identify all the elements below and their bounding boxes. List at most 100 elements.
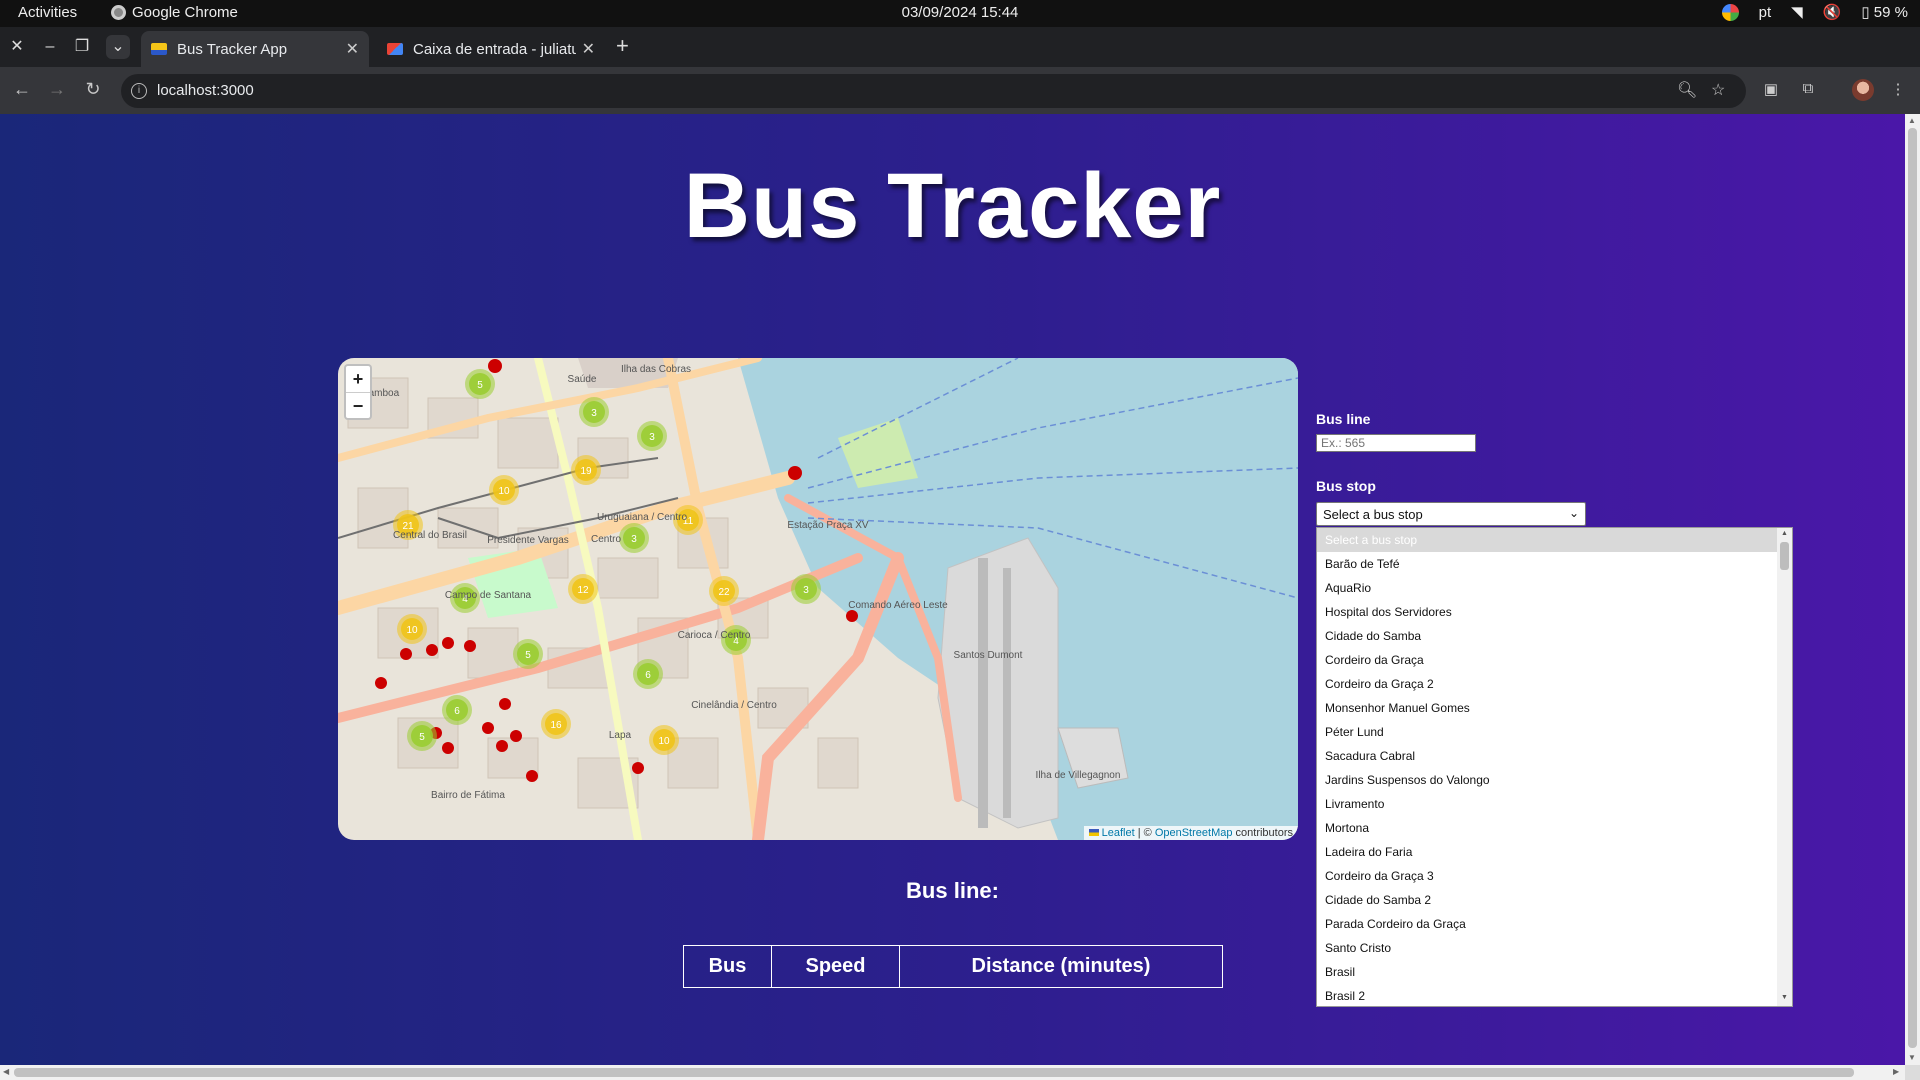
scroll-left-icon[interactable]: ◀ xyxy=(3,1067,9,1076)
bus-stop-option[interactable]: Cidade do Samba xyxy=(1317,624,1778,648)
marker-cluster[interactable]: 3 xyxy=(637,421,667,451)
bus-stop-option[interactable]: Monsenhor Manuel Gomes xyxy=(1317,696,1778,720)
ukraine-flag-icon xyxy=(1088,829,1099,836)
marker-cluster[interactable]: 12 xyxy=(568,574,598,604)
marker-cluster[interactable]: 3 xyxy=(791,574,821,604)
marker-cluster[interactable]: 10 xyxy=(397,614,427,644)
close-tab-icon[interactable]: ✕ xyxy=(582,39,595,59)
bus-stop-option[interactable]: Péter Lund xyxy=(1317,720,1778,744)
scroll-up-icon[interactable]: ▲ xyxy=(1908,116,1916,125)
bus-stop-option[interactable]: Jardins Suspensos do Valongo xyxy=(1317,768,1778,792)
bus-stop-option[interactable]: Hospital dos Servidores xyxy=(1317,600,1778,624)
place-label: Carioca / Centro xyxy=(678,630,751,641)
cast-icon[interactable]: ▣ xyxy=(1762,80,1780,98)
runway xyxy=(978,558,988,828)
zoom-in-button[interactable]: + xyxy=(346,366,370,392)
horizontal-scroll-thumb[interactable] xyxy=(14,1068,1854,1077)
marker-cluster[interactable]: 6 xyxy=(633,659,663,689)
bus-stop-option[interactable]: Santo Cristo xyxy=(1317,936,1778,960)
cluster-count: 6 xyxy=(454,706,460,717)
bus-stop-option[interactable]: Brasil 2 xyxy=(1317,984,1778,1006)
bus-stop-dropdown-list[interactable]: Select a bus stop Barão de Tefé AquaRio Hos… xyxy=(1316,527,1793,1007)
bus-stop-option[interactable]: Barão de Tefé xyxy=(1317,552,1778,576)
reload-icon[interactable]: ↻ xyxy=(81,79,105,100)
restore-window-icon[interactable]: ❐ xyxy=(70,35,94,59)
marker-cluster[interactable]: 16 xyxy=(541,709,571,739)
tab-title: Bus Tracker App xyxy=(177,40,288,58)
tab-bus-tracker[interactable]: Bus Tracker App ✕ xyxy=(141,31,369,67)
marker-cluster[interactable]: 19 xyxy=(571,455,601,485)
leaflet-map[interactable]: 5 3 3 19 10 11 21 3 12 22 3 4 10 4 5 6 6 16 5 10 Saúde Gambo… xyxy=(338,358,1298,840)
marker-cluster[interactable]: 5 xyxy=(513,639,543,669)
chevron-down-icon: ⌄ xyxy=(1568,506,1579,520)
cluster-count: 19 xyxy=(580,466,592,477)
system-tray[interactable]: pt ◥ 🔇 ▯ 59 % xyxy=(1721,3,1908,21)
bus-stop-option[interactable]: Mortona xyxy=(1317,816,1778,840)
close-window-icon[interactable]: ✕ xyxy=(5,35,29,59)
page-vertical-scrollbar[interactable]: ▲ ▼ xyxy=(1905,114,1920,1065)
dropdown-scrollbar[interactable]: ▲ ▼ xyxy=(1777,528,1792,1006)
bus-stop-label: Bus stop xyxy=(1316,478,1376,494)
bus-stop-option[interactable]: Select a bus stop xyxy=(1317,528,1778,552)
clock[interactable]: 03/09/2024 15:44 xyxy=(0,4,1920,21)
page-viewport: Bus Tracker 5 3 3 19 10 11 21 3 12 22 3 … xyxy=(0,114,1905,1065)
place-label: Presidente Vargas xyxy=(487,535,569,546)
map-attribution: Leaflet | © OpenStreetMap contributors xyxy=(1083,826,1298,840)
bus-stop-option[interactable]: AquaRio xyxy=(1317,576,1778,600)
vertical-scroll-thumb[interactable] xyxy=(1908,128,1917,1048)
profile-avatar[interactable] xyxy=(1852,79,1874,101)
url-text[interactable]: localhost:3000 xyxy=(157,82,254,99)
marker-cluster[interactable]: 10 xyxy=(649,725,679,755)
marker-cluster[interactable]: 5 xyxy=(465,369,495,399)
cluster-count: 12 xyxy=(577,585,589,596)
bus-stop-option[interactable]: Brasil xyxy=(1317,960,1778,984)
bus-stop-option[interactable]: Sacadura Cabral xyxy=(1317,744,1778,768)
bus-stop-select[interactable]: Select a bus stop ⌄ xyxy=(1316,502,1586,526)
close-tab-icon[interactable]: ✕ xyxy=(346,39,359,59)
place-label: Ilha de Villegagnon xyxy=(1036,770,1121,781)
minimize-window-icon[interactable]: – xyxy=(38,35,62,59)
page-horizontal-scrollbar[interactable]: ◀ ▶ xyxy=(0,1065,1905,1080)
bus-favicon-icon xyxy=(151,43,167,55)
volume-icon: 🔇 xyxy=(1822,4,1842,21)
scroll-down-icon[interactable]: ▼ xyxy=(1908,1053,1916,1062)
scroll-down-icon[interactable]: ▼ xyxy=(1781,994,1788,1001)
marker-cluster[interactable]: 6 xyxy=(442,695,472,725)
marker-cluster[interactable]: 5 xyxy=(407,721,437,751)
bus-stop-option[interactable]: Parada Cordeiro da Graça xyxy=(1317,912,1778,936)
bus-stop-option[interactable]: Ladeira do Faria xyxy=(1317,840,1778,864)
new-tab-icon[interactable]: + xyxy=(616,35,629,57)
scroll-up-icon[interactable]: ▲ xyxy=(1781,530,1788,537)
results-title: Bus line: xyxy=(906,878,999,903)
menu-kebab-icon[interactable]: ⋮ xyxy=(1889,80,1907,98)
bus-stop-option[interactable]: Cordeiro da Graça 2 xyxy=(1317,672,1778,696)
back-icon[interactable]: ← xyxy=(10,79,34,100)
osm-link[interactable]: OpenStreetMap xyxy=(1155,827,1233,839)
scroll-right-icon[interactable]: ▶ xyxy=(1893,1067,1899,1076)
marker-cluster[interactable]: 3 xyxy=(579,397,609,427)
zoom-control[interactable]: + − xyxy=(344,364,372,420)
map-tiles[interactable]: 53319101121312 22 34104566165 10 SaúdeGambo… xyxy=(338,358,1298,840)
cluster-count: 16 xyxy=(550,720,562,731)
place-label: Ilha das Cobras xyxy=(621,364,691,375)
bus-stop-option[interactable]: Livramento xyxy=(1317,792,1778,816)
zoom-out-button[interactable]: − xyxy=(346,392,370,418)
site-info-icon[interactable]: i xyxy=(131,83,147,99)
bus-line-input[interactable] xyxy=(1316,434,1476,452)
extensions-icon[interactable]: ⧉ xyxy=(1799,80,1817,98)
marker-cluster[interactable]: 3 xyxy=(619,523,649,553)
address-bar[interactable]: i localhost:3000 🔍︎ ☆ xyxy=(121,74,1746,108)
cluster-count: 3 xyxy=(591,408,597,419)
bookmark-star-icon[interactable]: ☆ xyxy=(1711,80,1725,100)
tab-gmail[interactable]: Caixa de entrada - juliatura ✕ xyxy=(377,31,605,67)
language-indicator[interactable]: pt xyxy=(1759,4,1772,21)
dropdown-scroll-thumb[interactable] xyxy=(1780,542,1789,570)
marker-cluster[interactable]: 10 xyxy=(489,475,519,505)
bus-stop-option[interactable]: Cordeiro da Graça xyxy=(1317,648,1778,672)
tab-search-chevron-icon[interactable]: ⌄ xyxy=(106,35,130,59)
zoom-icon[interactable]: 🔍︎ xyxy=(1677,80,1697,100)
forward-icon[interactable]: → xyxy=(45,79,69,100)
marker-cluster[interactable]: 22 xyxy=(709,576,739,606)
header-distance: Distance (minutes) xyxy=(899,945,1223,988)
leaflet-link[interactable]: Leaflet xyxy=(1102,827,1135,839)
